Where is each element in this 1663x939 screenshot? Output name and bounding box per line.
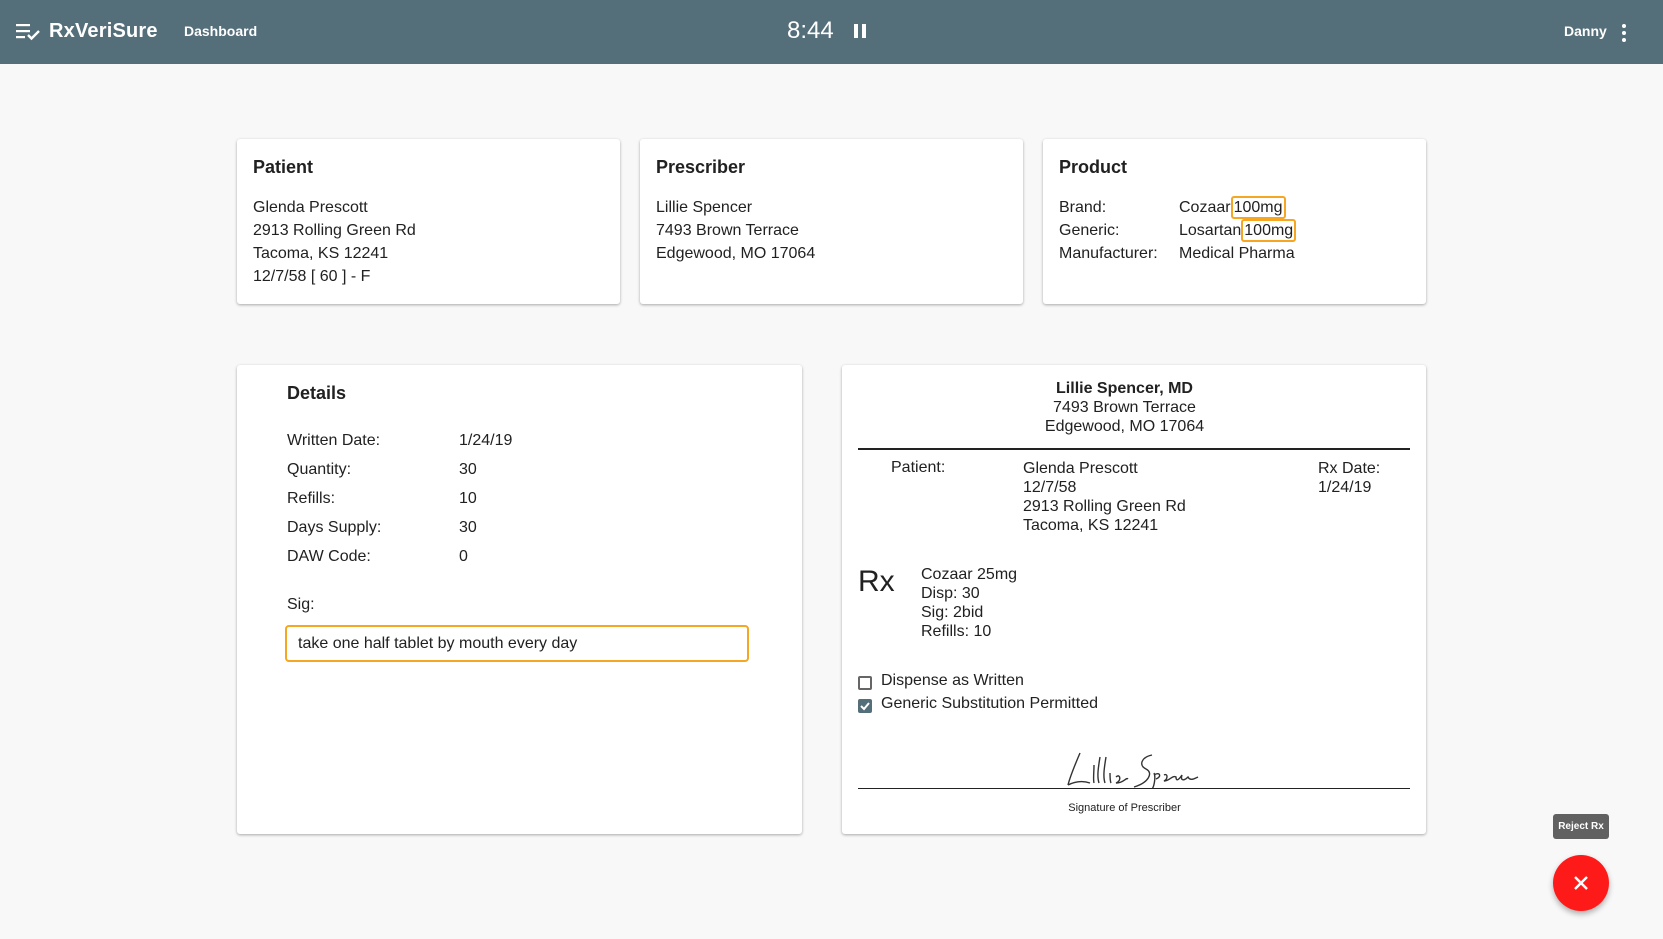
brand-label: Brand: (1059, 199, 1107, 216)
brand-strength-highlight: 100mg (1230, 196, 1286, 219)
patient-card: Patient Glenda Prescott 2913 Rolling Gre… (237, 139, 620, 304)
days-supply-label: Days Supply: (287, 519, 382, 536)
prescriber-card: Prescriber Lillie Spencer 7493 Brown Ter… (640, 139, 1023, 304)
patient-dob-age-sex: 12/7/58 [ 60 ] - F (253, 268, 371, 285)
sig-input[interactable]: take one half tablet by mouth every day (285, 625, 749, 662)
rx-patient-address1: 2913 Rolling Green Rd (1023, 498, 1186, 515)
generic-substitution-checkbox[interactable] (858, 699, 872, 713)
rx-patient-name: Glenda Prescott (1023, 460, 1138, 477)
user-name: Danny (1564, 23, 1607, 39)
more-vert-icon[interactable] (1614, 21, 1634, 45)
top-app-bar: RxVeriSure Dashboard 8:44 Danny (0, 0, 1663, 64)
prescriber-card-title: Prescriber (656, 157, 746, 177)
menu-check-icon[interactable] (16, 22, 40, 42)
generic-label: Generic: (1059, 222, 1120, 239)
dispense-as-written-label: Dispense as Written (881, 672, 1024, 689)
generic-substitution-label: Generic Substitution Permitted (881, 695, 1098, 712)
daw-code-label: DAW Code: (287, 548, 371, 565)
generic-name: Losartan (1179, 222, 1242, 239)
quantity-value: 30 (459, 461, 477, 478)
rx-prescriber-address1: 7493 Brown Terrace (1053, 399, 1196, 416)
signature-line (858, 788, 1410, 789)
days-supply-value: 30 (459, 519, 477, 536)
checkmark-icon (860, 702, 870, 711)
sig-label: Sig: (287, 596, 315, 613)
close-icon (1574, 876, 1588, 890)
pause-icon[interactable] (852, 22, 868, 40)
reject-rx-tooltip: Reject Rx (1553, 814, 1609, 839)
quantity-label: Quantity: (287, 461, 352, 478)
nav-dashboard-link[interactable]: Dashboard (184, 23, 257, 39)
rx-header-divider (858, 448, 1410, 450)
details-card: Details Written Date: 1/24/19 Quantity: … (237, 365, 802, 834)
details-card-title: Details (287, 383, 347, 403)
patient-name: Glenda Prescott (253, 199, 368, 216)
patient-address-line1: 2913 Rolling Green Rd (253, 222, 416, 239)
prescription-card: Lillie Spencer, MD 7493 Brown Terrace Ed… (842, 365, 1426, 834)
manufacturer-name: Medical Pharma (1179, 245, 1295, 262)
manufacturer-label: Manufacturer: (1059, 245, 1158, 262)
written-date-label: Written Date: (287, 432, 381, 449)
rx-drug: Cozaar 25mg (921, 566, 1018, 583)
rx-patient-address2: Tacoma, KS 12241 (1023, 517, 1159, 534)
rx-patient-dob: 12/7/58 (1023, 479, 1077, 496)
patient-card-title: Patient (253, 157, 314, 177)
rx-symbol: Rx (858, 565, 895, 598)
session-timer: 8:44 (787, 17, 834, 44)
rx-patient-label: Patient: (891, 459, 946, 476)
dispense-as-written-checkbox[interactable] (858, 676, 872, 690)
rx-sig: Sig: 2bid (921, 604, 984, 621)
refills-value: 10 (459, 490, 477, 507)
daw-code-value: 0 (459, 548, 468, 565)
prescriber-address-line2: Edgewood, MO 17064 (656, 245, 816, 262)
rx-prescriber-name: Lillie Spencer, MD (1056, 380, 1193, 397)
written-date-value: 1/24/19 (459, 432, 513, 449)
reject-rx-button[interactable] (1553, 855, 1609, 911)
app-title: RxVeriSure (49, 20, 158, 42)
prescriber-address-line1: 7493 Brown Terrace (656, 222, 799, 239)
prescriber-signature (1067, 752, 1199, 789)
generic-strength-highlight: 100mg (1241, 219, 1297, 242)
signature-caption: Signature of Prescriber (1068, 802, 1181, 814)
rx-prescriber-address2: Edgewood, MO 17064 (1044, 418, 1205, 435)
rx-date-label: Rx Date: (1318, 460, 1381, 477)
prescriber-name: Lillie Spencer (656, 199, 753, 216)
patient-address-line2: Tacoma, KS 12241 (253, 245, 389, 262)
rx-date-value: 1/24/19 (1318, 479, 1372, 496)
rx-disp: Disp: 30 (921, 585, 980, 602)
product-card: Product Brand: Cozaar 100mg Generic: Losa… (1043, 139, 1426, 304)
rx-refills: Refills: 10 (921, 623, 992, 640)
refills-label: Refills: (287, 490, 336, 507)
brand-name: Cozaar (1179, 199, 1231, 216)
product-card-title: Product (1059, 157, 1128, 177)
